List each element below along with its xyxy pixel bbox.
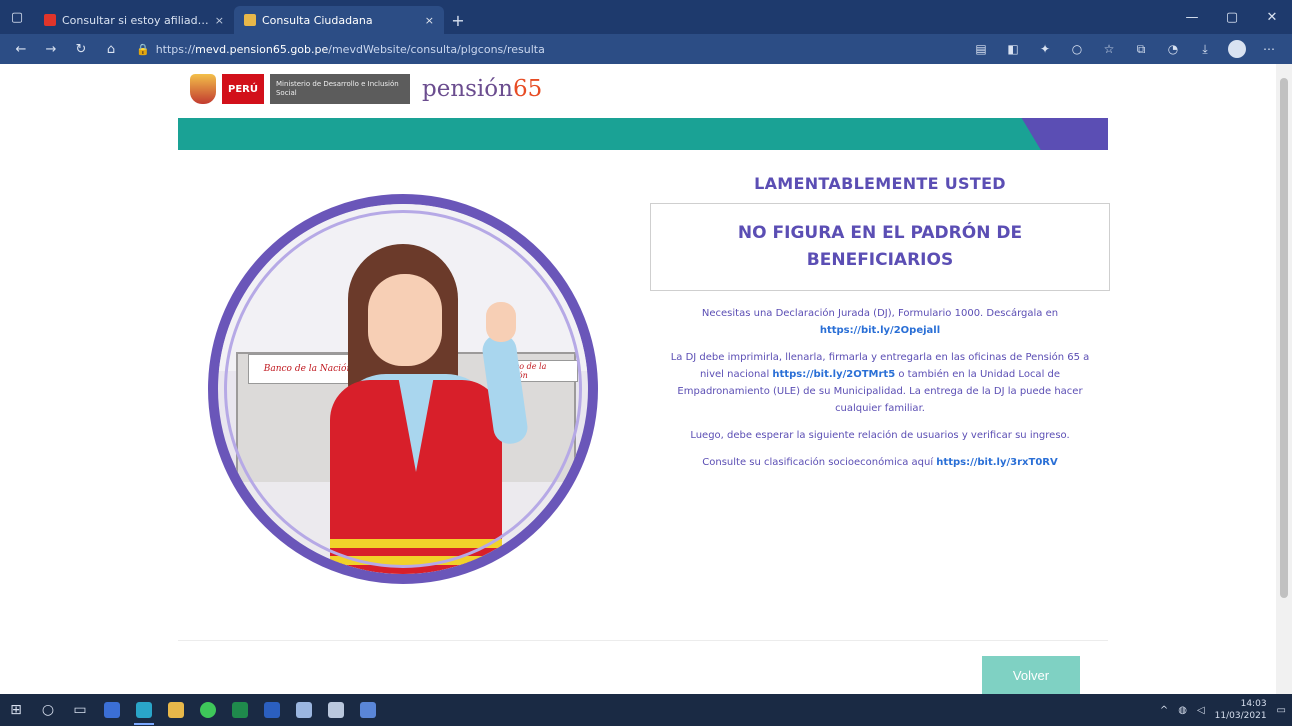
close-tab-icon[interactable]: ×	[215, 14, 224, 27]
result-title: LAMENTABLEMENTE USTED	[754, 174, 1006, 193]
result-paragraph-4: Consulte su clasificación socioeconómica…	[702, 457, 1058, 468]
favicon-icon	[44, 14, 56, 26]
extension-icon[interactable]: ◧	[998, 37, 1028, 61]
band-accent	[1021, 118, 1108, 150]
windows-start-icon[interactable]: ⊞	[0, 694, 32, 726]
url-text: https://mevd.pension65.gob.pe/mevdWebsit…	[155, 42, 545, 56]
address-toolbar: ← → ↻ ⌂ 🔒 https://mevd.pension65.gob.pe/…	[0, 34, 1292, 64]
file-explorer-icon[interactable]	[160, 694, 192, 726]
notepad-icon[interactable]	[320, 694, 352, 726]
favorites-icon[interactable]: ☆	[1094, 37, 1124, 61]
window-controls: — ▢ ✕	[1172, 0, 1292, 34]
result-paragraph-3: Luego, debe esperar la siguiente relació…	[690, 430, 1070, 441]
tab-consultar-afiliado[interactable]: Consultar si estoy afiliado al Pe ×	[34, 6, 234, 34]
taskbar-app-icon[interactable]	[352, 694, 384, 726]
home-icon[interactable]: ⌂	[98, 37, 124, 61]
tab-title: Consulta Ciudadana	[262, 13, 373, 27]
profile-avatar[interactable]	[1228, 40, 1246, 58]
circle-icon[interactable]: ○	[1062, 37, 1092, 61]
close-window-icon[interactable]: ✕	[1252, 0, 1292, 34]
footer-divider	[178, 640, 1108, 641]
header-band	[178, 118, 1108, 150]
result-panel: LAMENTABLEMENTE USTED NO FIGURA EN EL PA…	[650, 174, 1110, 481]
clock-time: 14:03	[1240, 699, 1267, 709]
minimize-icon[interactable]: —	[1172, 0, 1212, 34]
maximize-icon[interactable]: ▢	[1212, 0, 1252, 34]
page-viewport: PERÚ Ministerio de Desarrollo e Inclusió…	[0, 64, 1292, 694]
task-view-icon[interactable]: ▭	[64, 694, 96, 726]
chevron-up-icon[interactable]: ^	[1160, 705, 1168, 716]
collections-icon[interactable]: ⧉	[1126, 37, 1156, 61]
result-status-box: NO FIGURA EN EL PADRÓN DE BENEFICIARIOS	[650, 203, 1110, 291]
new-tab-button[interactable]: +	[444, 6, 472, 34]
forward-icon[interactable]: →	[38, 37, 64, 61]
reader-icon[interactable]: ▤	[966, 37, 996, 61]
offices-link[interactable]: https://bit.ly/2OTMrt5	[772, 369, 895, 380]
socioeconomic-link[interactable]: https://bit.ly/3rxT0RV	[936, 457, 1057, 468]
system-tray: ^ ◍ ◁ 14:03 11/03/2021 ▭	[1160, 698, 1292, 722]
illustration-circle: Banco de la Nación Banco de la Nación	[208, 194, 598, 584]
favicon-icon	[244, 14, 256, 26]
result-paragraph-1: Necesitas una Declaración Jurada (DJ), F…	[701, 308, 1059, 336]
clock-date: 11/03/2021	[1214, 711, 1267, 721]
page-scrollbar[interactable]	[1276, 64, 1292, 694]
pension65-logo: pensión65	[421, 76, 543, 102]
windows-taskbar: ⊞ ○ ▭ ^ ◍ ◁ 14:03 11/03/2021 ▭	[0, 694, 1292, 726]
volume-icon[interactable]: ◁	[1197, 705, 1205, 716]
back-button[interactable]: Volver	[982, 656, 1080, 694]
puzzle-icon[interactable]: ✦	[1030, 37, 1060, 61]
lock-icon: 🔒	[136, 42, 150, 56]
illustration-inner-ring	[224, 210, 582, 568]
refresh-icon[interactable]: ↻	[68, 37, 94, 61]
excel-icon[interactable]	[224, 694, 256, 726]
result-paragraph-2: La DJ debe imprimirla, llenarla, firmarl…	[670, 352, 1090, 414]
taskbar-app-icon[interactable]	[96, 694, 128, 726]
search-icon[interactable]: ○	[32, 694, 64, 726]
ministry-logo: Ministerio de Desarrollo e Inclusión Soc…	[269, 74, 410, 104]
coat-of-arms-logo	[190, 74, 216, 104]
notifications-icon[interactable]: ▭	[1277, 705, 1286, 716]
edge-browser-icon[interactable]	[128, 694, 160, 726]
network-icon[interactable]: ◍	[1178, 705, 1187, 716]
browser-tab-bar: ▢ Consultar si estoy afiliado al Pe × Co…	[0, 0, 1292, 34]
close-tab-icon[interactable]: ×	[425, 14, 434, 27]
tab-title: Consultar si estoy afiliado al Pe	[62, 13, 209, 27]
download-dj-link[interactable]: https://bit.ly/2Opejall	[820, 325, 940, 336]
tab-consulta-ciudadana[interactable]: Consulta Ciudadana ×	[234, 6, 444, 34]
photos-icon[interactable]	[288, 694, 320, 726]
history-icon[interactable]: ◔	[1158, 37, 1188, 61]
scrollbar-thumb[interactable]	[1280, 78, 1288, 598]
browser-tools: ▤ ◧ ✦ ○ ☆ ⧉ ◔ ⤓ ⋯	[966, 37, 1284, 61]
peru-logo: PERÚ	[222, 74, 264, 104]
menu-icon[interactable]: ⋯	[1254, 37, 1284, 61]
address-bar[interactable]: 🔒 https://mevd.pension65.gob.pe/mevdWebs…	[128, 38, 962, 60]
whatsapp-icon[interactable]	[192, 694, 224, 726]
tab-actions-icon[interactable]: ▢	[0, 0, 34, 34]
word-icon[interactable]	[256, 694, 288, 726]
download-icon[interactable]: ⤓	[1190, 37, 1220, 61]
back-icon[interactable]: ←	[8, 37, 34, 61]
site-header: PERÚ Ministerio de Desarrollo e Inclusió…	[190, 74, 542, 104]
clock[interactable]: 14:03 11/03/2021	[1215, 698, 1267, 722]
